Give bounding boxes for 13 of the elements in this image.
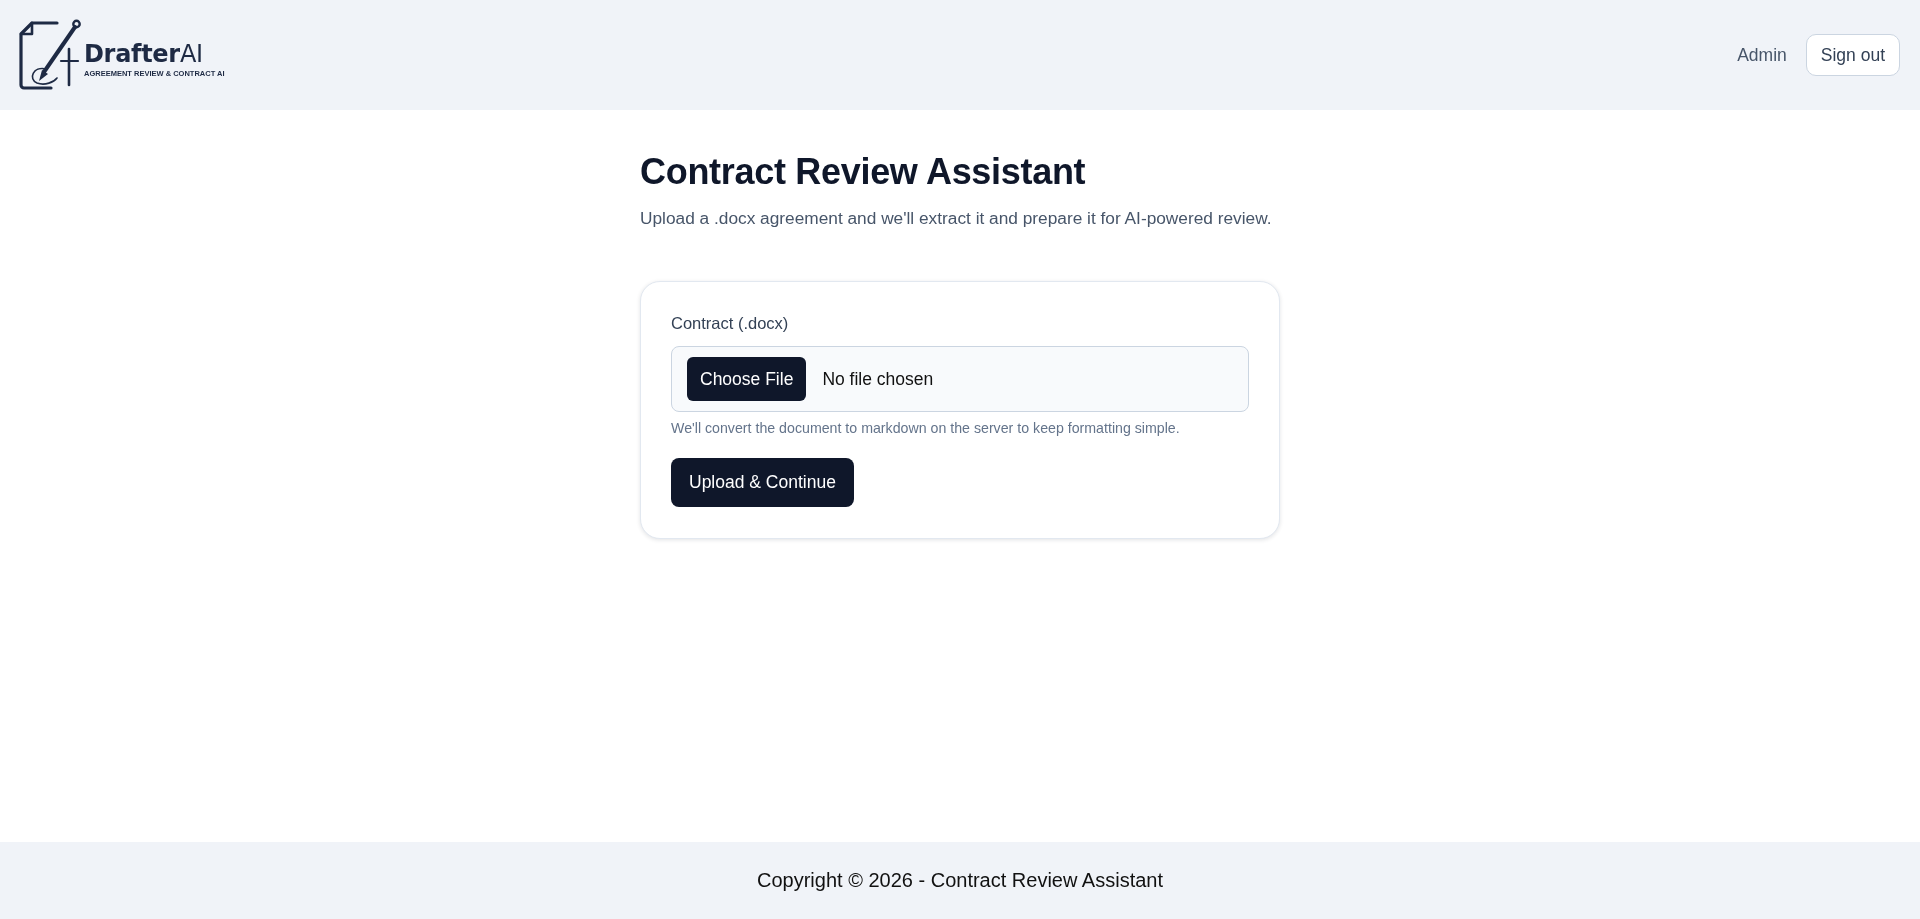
footer-copyright: Copyright © 2026 - Contract Review Assistant <box>757 869 1163 892</box>
field-hint: We'll convert the document to markdown on the server to keep formatting simple. <box>671 419 1181 438</box>
field-label: Contract (.docx) <box>671 313 790 334</box>
page-subtitle: Upload a .docx agreement and we'll extract it and prepare it for AI-powered review. <box>640 207 1273 230</box>
file-input-field[interactable]: Choose File No file chosen <box>671 346 1249 412</box>
page-title: Contract Review Assistant <box>640 150 1087 194</box>
user-name: Admin <box>1737 44 1787 66</box>
document-pen-logo-icon <box>17 19 81 91</box>
file-status-text: No file chosen <box>822 368 934 390</box>
choose-file-button[interactable]: Choose File <box>687 357 807 401</box>
brand-name: DrafterAI <box>84 40 204 67</box>
sign-out-button[interactable]: Sign out <box>1805 34 1900 76</box>
upload-continue-button[interactable]: Upload & Continue <box>671 458 854 507</box>
